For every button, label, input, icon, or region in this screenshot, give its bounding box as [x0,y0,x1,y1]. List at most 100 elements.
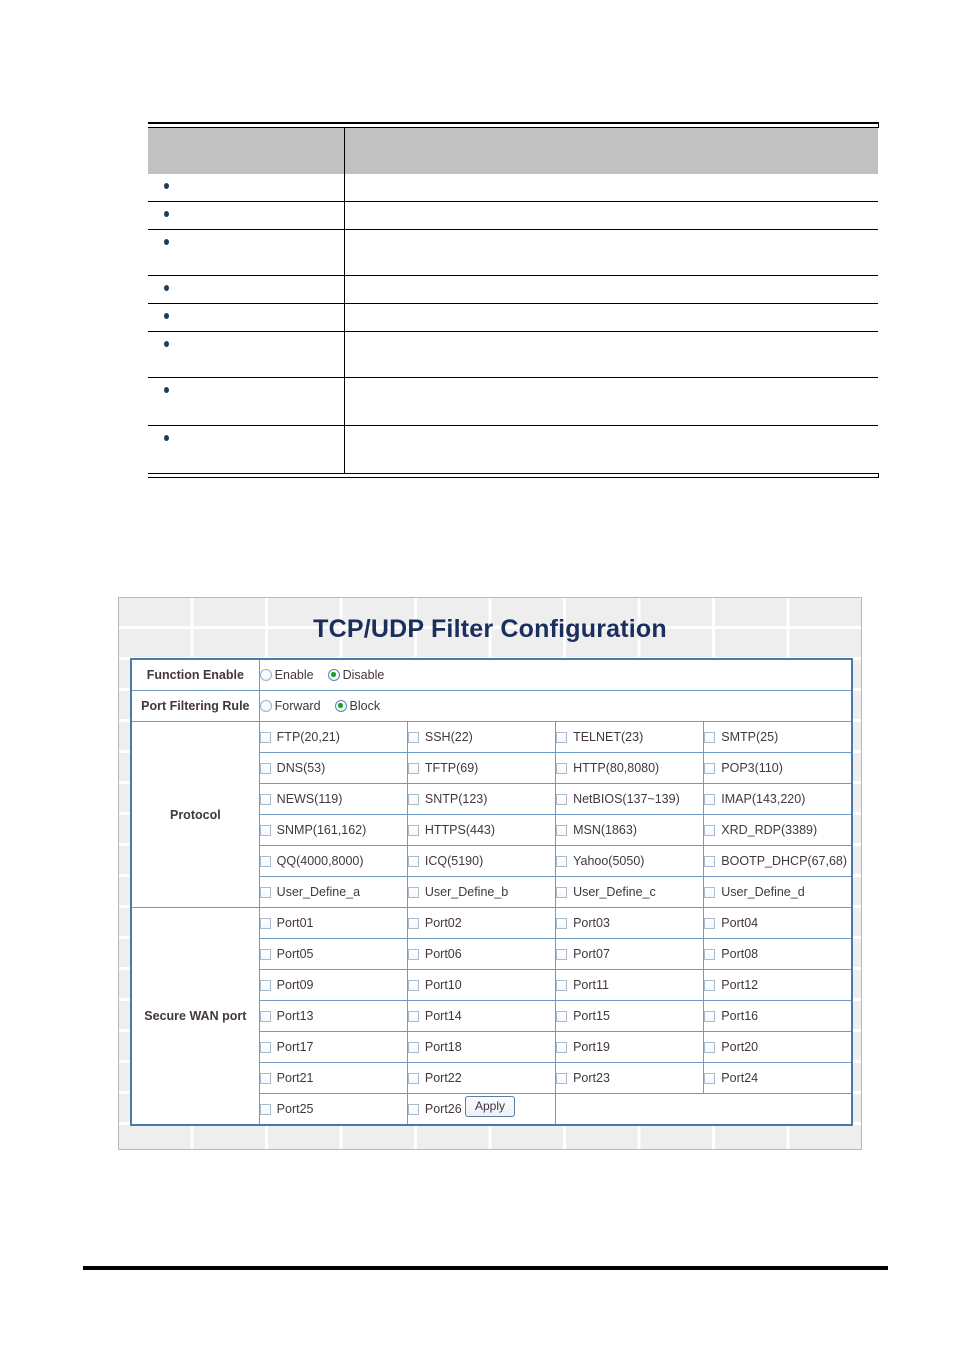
protocol-cell[interactable]: SNTP(123) [406,783,557,815]
protocol-cell[interactable]: SNMP(161,162) [258,814,408,846]
wan-port-cell[interactable]: Port16 [703,1000,853,1032]
checkbox-icon[interactable] [556,824,568,836]
protocol-cell[interactable]: User_Define_b [406,876,557,908]
checkbox-icon[interactable] [704,948,716,960]
protocol-cell[interactable]: MSN(1863) [555,814,705,846]
checkbox-item[interactable]: Port09 [260,978,406,992]
wan-port-cell[interactable]: Port02 [406,907,557,939]
checkbox-item[interactable]: Port24 [704,1071,851,1085]
checkbox-icon[interactable] [556,948,568,960]
wan-port-cell[interactable]: Port19 [555,1031,705,1063]
wan-port-cell[interactable]: Port04 [703,907,853,939]
checkbox-icon[interactable] [704,1072,716,1084]
checkbox-item[interactable]: Port08 [704,947,851,961]
checkbox-icon[interactable] [556,793,568,805]
checkbox-icon[interactable] [556,731,568,743]
wan-port-cell[interactable]: Port15 [555,1000,705,1032]
checkbox-icon[interactable] [260,762,271,774]
checkbox-icon[interactable] [408,824,419,836]
radio-forward-icon[interactable] [259,700,272,712]
protocol-cell[interactable]: SSH(22) [406,721,557,753]
apply-button[interactable]: Apply [464,1096,516,1117]
checkbox-icon[interactable] [260,1041,271,1053]
wan-port-cell[interactable]: Port24 [703,1062,853,1094]
protocol-cell[interactable]: HTTP(80,8080) [555,752,705,784]
checkbox-item[interactable]: Port15 [556,1009,703,1023]
protocol-cell[interactable]: User_Define_a [258,876,408,908]
checkbox-item[interactable]: FTP(20,21) [260,730,406,744]
wan-port-cell[interactable]: Port01 [258,907,408,939]
wan-port-cell[interactable]: Port10 [406,969,557,1001]
wan-port-cell[interactable]: Port05 [258,938,408,970]
checkbox-icon[interactable] [408,731,419,743]
checkbox-item[interactable]: Port21 [260,1071,406,1085]
radio-block-icon[interactable] [334,700,347,712]
checkbox-icon[interactable] [556,1041,568,1053]
checkbox-icon[interactable] [556,917,568,929]
checkbox-item[interactable]: Port06 [408,947,554,961]
checkbox-item[interactable]: SNMP(161,162) [260,823,406,837]
radio-option-block[interactable]: Block [334,699,380,713]
checkbox-icon[interactable] [556,855,568,867]
checkbox-icon[interactable] [556,886,568,898]
checkbox-icon[interactable] [260,1010,271,1022]
wan-port-cell[interactable]: Port06 [406,938,557,970]
checkbox-item[interactable]: ICQ(5190) [408,854,554,868]
checkbox-item[interactable]: User_Define_d [704,885,851,899]
checkbox-icon[interactable] [260,917,271,929]
checkbox-item[interactable]: BOOTP_DHCP(67,68) [704,854,851,868]
checkbox-icon[interactable] [408,762,419,774]
checkbox-icon[interactable] [408,948,419,960]
checkbox-icon[interactable] [260,855,271,867]
checkbox-item[interactable]: SMTP(25) [704,730,851,744]
protocol-cell[interactable]: Yahoo(5050) [555,845,705,877]
wan-port-cell[interactable]: Port18 [406,1031,557,1063]
wan-port-cell[interactable]: Port23 [555,1062,705,1094]
wan-port-cell[interactable]: Port14 [406,1000,557,1032]
checkbox-icon[interactable] [556,979,568,991]
checkbox-item[interactable]: Port14 [408,1009,554,1023]
checkbox-item[interactable]: Port07 [556,947,703,961]
protocol-cell[interactable]: QQ(4000,8000) [258,845,408,877]
checkbox-icon[interactable] [704,824,716,836]
checkbox-item[interactable]: Port16 [704,1009,851,1023]
checkbox-icon[interactable] [408,793,419,805]
checkbox-item[interactable]: Port10 [408,978,554,992]
checkbox-icon[interactable] [704,979,716,991]
checkbox-item[interactable]: Port03 [556,916,703,930]
checkbox-item[interactable]: HTTPS(443) [408,823,554,837]
protocol-cell[interactable]: BOOTP_DHCP(67,68) [703,845,853,877]
checkbox-item[interactable]: Port22 [408,1071,554,1085]
protocol-cell[interactable]: NetBIOS(137~139) [555,783,705,815]
checkbox-item[interactable]: Port02 [408,916,554,930]
checkbox-item[interactable]: Port05 [260,947,406,961]
wan-port-cell[interactable]: Port12 [703,969,853,1001]
checkbox-icon[interactable] [408,886,419,898]
protocol-cell[interactable]: User_Define_d [703,876,853,908]
wan-port-cell[interactable]: Port13 [258,1000,408,1032]
checkbox-item[interactable]: HTTP(80,8080) [556,761,703,775]
checkbox-item[interactable]: QQ(4000,8000) [260,854,406,868]
checkbox-icon[interactable] [408,855,419,867]
checkbox-icon[interactable] [704,855,716,867]
protocol-cell[interactable]: FTP(20,21) [258,721,408,753]
checkbox-item[interactable]: Port13 [260,1009,406,1023]
checkbox-item[interactable]: DNS(53) [260,761,406,775]
checkbox-icon[interactable] [408,979,419,991]
checkbox-icon[interactable] [704,917,716,929]
checkbox-item[interactable]: Port20 [704,1040,851,1054]
checkbox-item[interactable]: User_Define_c [556,885,703,899]
checkbox-icon[interactable] [556,1072,568,1084]
wan-port-cell[interactable]: Port20 [703,1031,853,1063]
checkbox-item[interactable]: XRD_RDP(3389) [704,823,851,837]
checkbox-item[interactable]: TELNET(23) [556,730,703,744]
checkbox-icon[interactable] [704,793,716,805]
checkbox-icon[interactable] [408,1072,419,1084]
checkbox-icon[interactable] [704,1010,716,1022]
checkbox-item[interactable]: Port12 [704,978,851,992]
checkbox-icon[interactable] [704,762,716,774]
wan-port-cell[interactable]: Port08 [703,938,853,970]
protocol-cell[interactable]: TFTP(69) [406,752,557,784]
checkbox-icon[interactable] [408,917,419,929]
checkbox-item[interactable]: MSN(1863) [556,823,703,837]
